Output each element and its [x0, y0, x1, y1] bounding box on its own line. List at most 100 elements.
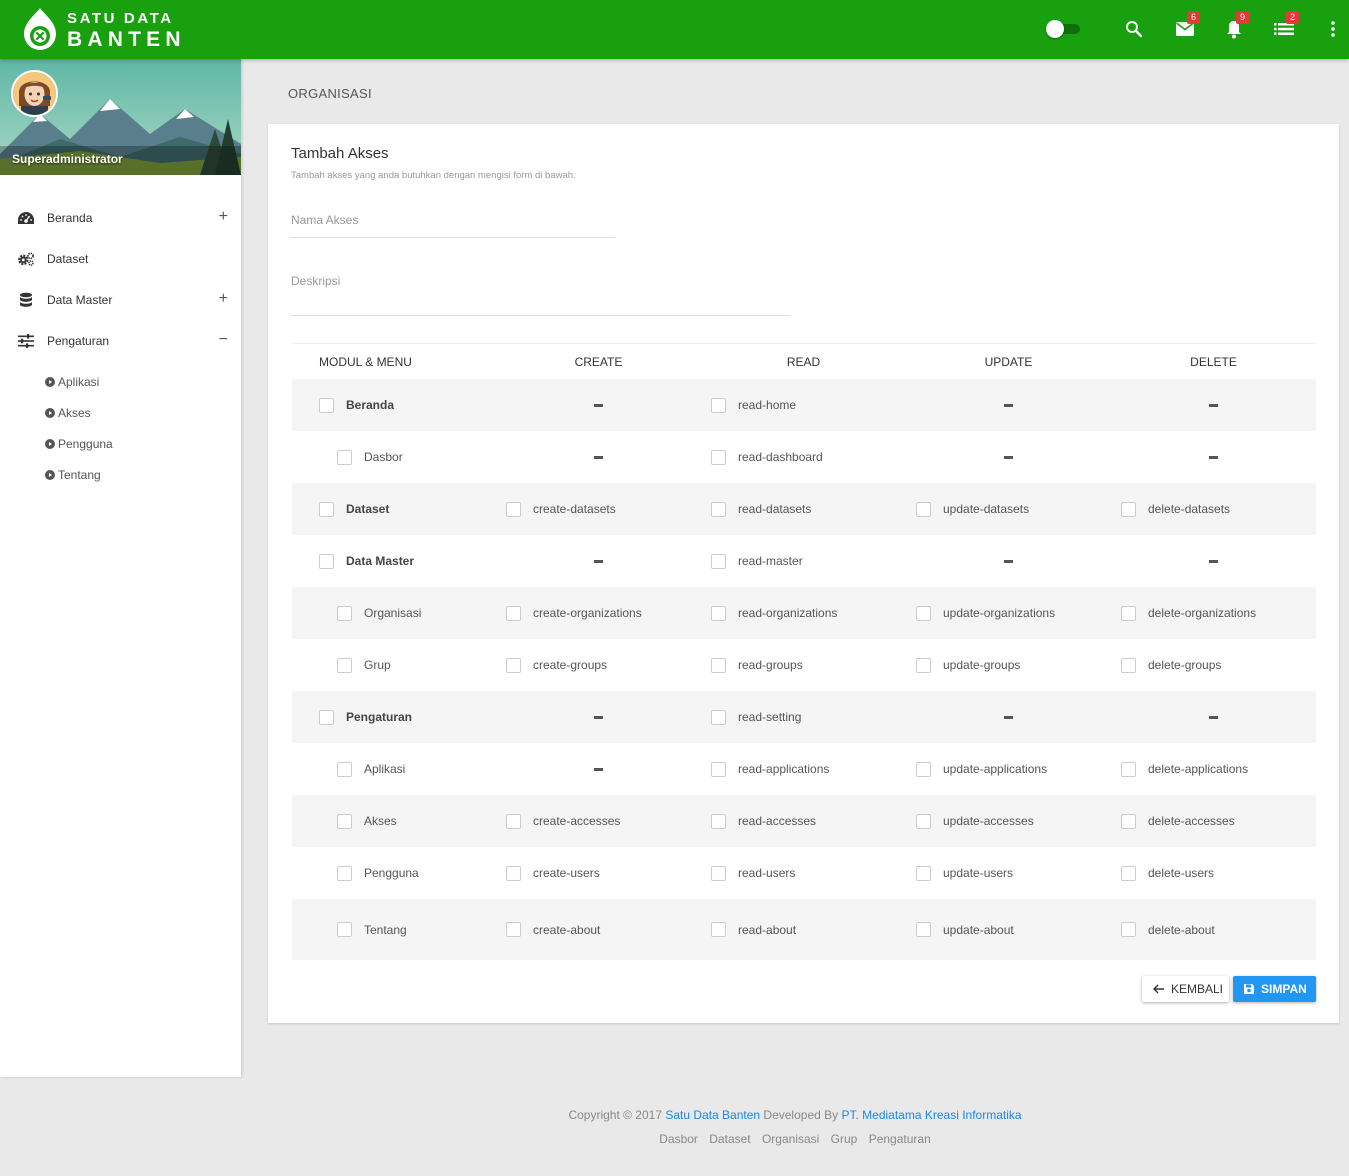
update-checkbox[interactable] — [916, 605, 931, 621]
table-row: Dataset create-datasets read-datasets updat… — [292, 483, 1316, 535]
read-checkbox[interactable] — [711, 397, 726, 413]
sidebar-item-pengaturan[interactable]: Pengaturan − — [0, 320, 241, 361]
read-checkbox[interactable] — [711, 922, 726, 937]
avatar[interactable] — [11, 70, 58, 117]
read-checkbox[interactable] — [711, 501, 726, 517]
read-checkbox[interactable] — [711, 813, 726, 829]
sidebar-subitem-pengguna[interactable]: Pengguna — [0, 428, 241, 459]
update-unavailable-cell — [906, 715, 1111, 719]
update-checkbox[interactable] — [916, 922, 931, 937]
menu-checkbox[interactable] — [319, 709, 334, 725]
menu-checkbox[interactable] — [337, 922, 352, 937]
delete-checkbox[interactable] — [1121, 761, 1136, 777]
update-checkbox[interactable] — [916, 813, 931, 829]
profile-name[interactable]: Superadministrator — [12, 152, 123, 166]
read-checkbox[interactable] — [711, 657, 726, 673]
sidebar-nav: Beranda + Dataset Data Master + Pengatur… — [0, 197, 241, 361]
menu-checkbox[interactable] — [337, 813, 352, 829]
sidebar-subitem-akses[interactable]: Akses — [0, 397, 241, 428]
delete-checkbox[interactable] — [1121, 922, 1136, 937]
menu-label: Data Master — [346, 554, 415, 568]
back-button[interactable]: KEMBALI — [1142, 976, 1229, 1002]
sliders-icon — [17, 332, 35, 350]
footer-links: Dasbor Dataset Organisasi Grup Pengatura… — [241, 1132, 1349, 1146]
footer-link-dataset[interactable]: Dataset — [709, 1132, 750, 1146]
delete-checkbox[interactable] — [1121, 605, 1136, 621]
minus-icon — [594, 559, 603, 563]
save-button-label: SIMPAN — [1261, 982, 1307, 996]
update-checkbox[interactable] — [916, 865, 931, 881]
delete-checkbox[interactable] — [1121, 813, 1136, 829]
footer-link-dasbor[interactable]: Dasbor — [659, 1132, 698, 1146]
delete-permission-cell: delete-applications — [1111, 761, 1316, 777]
minus-icon — [594, 767, 603, 771]
menu-label: Akses — [364, 814, 397, 828]
read-permission-cell: read-dashboard — [701, 449, 906, 465]
notifications-button[interactable]: 9 — [1222, 11, 1249, 44]
footer-link-pengaturan[interactable]: Pengaturan — [869, 1132, 931, 1146]
delete-checkbox[interactable] — [1121, 657, 1136, 673]
read-permission-cell: read-datasets — [701, 501, 906, 517]
create-checkbox[interactable] — [506, 605, 521, 621]
theme-toggle[interactable] — [1046, 20, 1080, 38]
delete-unavailable-cell — [1111, 715, 1316, 719]
save-icon — [1243, 983, 1255, 995]
sidebar-item-dataset[interactable]: Dataset — [0, 238, 241, 279]
delete-checkbox[interactable] — [1121, 865, 1136, 881]
update-checkbox[interactable] — [916, 761, 931, 777]
update-checkbox[interactable] — [916, 501, 931, 517]
menu-label: Dasbor — [364, 450, 403, 464]
read-permission-cell: read-users — [701, 865, 906, 881]
tasks-button[interactable]: 2 — [1272, 11, 1299, 44]
access-name-input[interactable] — [291, 213, 615, 227]
more-button[interactable] — [1326, 14, 1340, 44]
create-checkbox[interactable] — [506, 501, 521, 517]
permissions-table: MODUL & MENU CREATE READ UPDATE DELETE B… — [292, 343, 1316, 960]
sidebar-subitem-aplikasi[interactable]: Aplikasi — [0, 366, 241, 397]
menu-checkbox[interactable] — [337, 605, 352, 621]
create-permission-cell: create-accesses — [496, 813, 701, 829]
table-row: Organisasi create-organizations read-organ… — [292, 587, 1316, 639]
menu-checkbox[interactable] — [319, 501, 334, 517]
menu-checkbox[interactable] — [319, 553, 334, 569]
footer-link-grup[interactable]: Grup — [831, 1132, 858, 1146]
update-checkbox[interactable] — [916, 657, 931, 673]
menu-label: Tentang — [364, 922, 407, 937]
minus-icon — [1004, 715, 1013, 719]
read-checkbox[interactable] — [711, 605, 726, 621]
read-checkbox[interactable] — [711, 449, 726, 465]
delete-permission-cell: delete-datasets — [1111, 501, 1316, 517]
mail-button[interactable]: 6 — [1173, 11, 1200, 44]
more-vert-icon — [1331, 21, 1335, 37]
company-link[interactable]: PT. Mediatama Kreasi Informatika — [841, 1108, 1021, 1122]
menu-cell: Beranda — [292, 397, 496, 413]
footer-link-organisasi[interactable]: Organisasi — [762, 1132, 819, 1146]
menu-checkbox[interactable] — [337, 449, 352, 465]
sidebar-item-data-master[interactable]: Data Master + — [0, 279, 241, 320]
site-name-link[interactable]: Satu Data Banten — [665, 1108, 760, 1122]
read-permission-cell: read-about — [701, 922, 906, 937]
table-row: Tentang create-about read-about update-abou… — [292, 899, 1316, 960]
save-button[interactable]: SIMPAN — [1233, 976, 1316, 1002]
sidebar-subitem-tentang[interactable]: Tentang — [0, 459, 241, 490]
menu-checkbox[interactable] — [337, 865, 352, 881]
create-checkbox[interactable] — [506, 922, 521, 937]
create-checkbox[interactable] — [506, 865, 521, 881]
read-checkbox[interactable] — [711, 865, 726, 881]
read-checkbox[interactable] — [711, 761, 726, 777]
search-button[interactable] — [1122, 14, 1146, 44]
read-checkbox[interactable] — [711, 709, 726, 725]
read-checkbox[interactable] — [711, 553, 726, 569]
menu-checkbox[interactable] — [319, 397, 334, 413]
create-checkbox[interactable] — [506, 813, 521, 829]
sidebar-subnav: Aplikasi Akses Pengguna Tentang — [0, 366, 241, 490]
permission-label: update-applications — [943, 762, 1048, 776]
menu-checkbox[interactable] — [337, 761, 352, 777]
sidebar-item-beranda[interactable]: Beranda + — [0, 197, 241, 238]
create-checkbox[interactable] — [506, 657, 521, 673]
menu-checkbox[interactable] — [337, 657, 352, 673]
description-input[interactable] — [291, 274, 790, 288]
delete-permission-cell: delete-users — [1111, 865, 1316, 881]
brand-name[interactable]: SATU DATA BANTEN — [67, 11, 186, 50]
delete-checkbox[interactable] — [1121, 501, 1136, 517]
